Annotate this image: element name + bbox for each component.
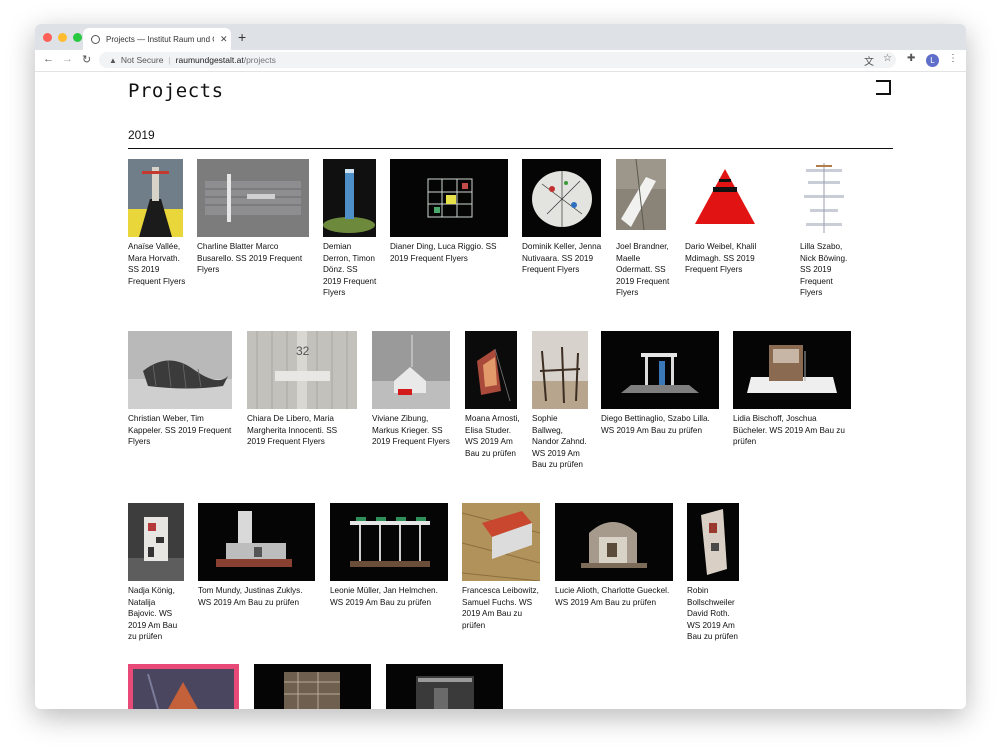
tab-bar: Projects — Institut Raum und G ✕ + bbox=[35, 24, 966, 50]
project-thumbnail bbox=[254, 664, 371, 709]
svg-text:32: 32 bbox=[296, 344, 310, 358]
project-thumbnail bbox=[128, 331, 232, 409]
back-icon[interactable]: ← bbox=[43, 53, 54, 65]
reload-icon[interactable]: ↻ bbox=[82, 53, 91, 66]
project-thumbnail bbox=[555, 503, 673, 581]
project-thumbnail bbox=[532, 331, 588, 409]
menu-icon[interactable] bbox=[876, 80, 891, 95]
project-thumbnail bbox=[616, 159, 666, 230]
close-window-button[interactable] bbox=[43, 33, 52, 42]
project-caption: Lilla Szabo, Nick Böwing. SS 2019 Freque… bbox=[800, 242, 848, 298]
project-caption: Tom Mundy, Justinas Zuklys. WS 2019 Am B… bbox=[198, 586, 303, 607]
project-thumbnail bbox=[386, 664, 503, 709]
kebab-menu-icon[interactable]: ⋮ bbox=[948, 53, 958, 64]
project-caption: Anaïse Vallée, Mara Horvath. SS 2019 Fre… bbox=[128, 242, 186, 286]
project-caption: Viviane Zibung, Markus Krieger. SS 2019 … bbox=[372, 414, 450, 447]
project-thumbnail bbox=[198, 503, 315, 581]
url-host: raumundgestalt.at bbox=[175, 55, 244, 65]
warning-icon: ▲ bbox=[109, 55, 117, 65]
project-thumbnail bbox=[733, 331, 851, 409]
url-path: /projects bbox=[243, 55, 276, 65]
project-thumbnail bbox=[522, 159, 601, 237]
project-thumbnail bbox=[330, 503, 448, 581]
project-caption: Diego Bettinaglio, Szabo Lilla. WS 2019 … bbox=[601, 414, 710, 435]
project-thumbnail bbox=[372, 331, 450, 409]
new-tab-button[interactable]: + bbox=[238, 29, 246, 45]
tab-close-icon[interactable]: ✕ bbox=[220, 34, 228, 45]
project-thumbnail bbox=[128, 159, 183, 237]
address-bar[interactable]: ▲ Not Secure | raumundgestalt.at /projec… bbox=[99, 52, 896, 68]
minimize-window-button[interactable] bbox=[58, 33, 67, 42]
globe-icon bbox=[91, 34, 100, 44]
project-caption: Robin Bollschweiler David Roth. WS 2019 … bbox=[687, 586, 738, 642]
project-caption: Charline Blatter Marco Busarello. SS 201… bbox=[197, 242, 303, 275]
browser-tab[interactable]: Projects — Institut Raum und G ✕ bbox=[83, 28, 231, 50]
project-caption: Joel Brandner, Maelle Odermatt. SS 2019 … bbox=[616, 242, 670, 298]
project-thumbnail bbox=[685, 159, 765, 237]
project-caption: Chiara De Libero, Maria Margherita Innoc… bbox=[247, 414, 338, 447]
address-separator: | bbox=[168, 55, 171, 65]
project-caption: Dario Weibel, Khalil Mdimagh. SS 2019 Fr… bbox=[685, 242, 757, 275]
project-caption: Dominik Keller, Jenna Nutivaara. SS 2019… bbox=[522, 242, 602, 275]
project-thumbnail bbox=[462, 503, 540, 581]
profile-avatar[interactable]: L bbox=[926, 54, 939, 67]
project-caption: Christian Weber, Tim Kappeler. SS 2019 F… bbox=[128, 414, 232, 447]
translate-icon[interactable]: 文 bbox=[864, 53, 874, 68]
project-thumbnail bbox=[687, 503, 739, 581]
extensions-icon[interactable]: ✚ bbox=[907, 53, 915, 64]
section-divider bbox=[128, 148, 893, 149]
project-thumbnail bbox=[128, 664, 239, 709]
year-heading: 2019 bbox=[128, 128, 155, 142]
project-thumbnail: 32 bbox=[247, 331, 357, 409]
tab-title: Projects — Institut Raum und G bbox=[106, 34, 214, 44]
project-caption: Sophie Ballweg, Nandor Zahnd. WS 2019 Am… bbox=[532, 414, 587, 470]
security-label: Not Secure bbox=[120, 55, 164, 65]
project-thumbnail bbox=[390, 159, 508, 237]
project-caption: Moana Arnosti, Elisa Studer. WS 2019 Am … bbox=[465, 414, 520, 458]
browser-toolbar: ← → ↻ ▲ Not Secure | raumundgestalt.at /… bbox=[35, 50, 966, 72]
project-thumbnail bbox=[323, 159, 376, 237]
project-caption: Nadja König, Natalija Bajovic. WS 2019 A… bbox=[128, 586, 178, 642]
project-thumbnail bbox=[800, 159, 848, 237]
bookmark-star-icon[interactable]: ☆ bbox=[883, 53, 892, 64]
window-controls bbox=[43, 33, 82, 42]
page-title: Projects bbox=[128, 80, 224, 102]
project-thumbnail bbox=[197, 159, 309, 237]
project-caption: Lucie Alioth, Charlotte Gueckel. WS 2019… bbox=[555, 586, 670, 607]
project-thumbnail bbox=[128, 503, 184, 581]
forward-icon[interactable]: → bbox=[62, 53, 73, 65]
project-thumbnail bbox=[465, 331, 517, 409]
project-thumbnail bbox=[601, 331, 719, 409]
page-content: Projects 2019 Anaïse Vallée, Mara Horvat… bbox=[35, 72, 966, 709]
project-caption: Francesca Leibowitz, Samuel Fuchs. WS 20… bbox=[462, 586, 539, 630]
project-caption: Lidia Bischoff, Joschua Bücheler. WS 201… bbox=[733, 414, 845, 447]
project-caption: Leonie Müller, Jan Helmchen. WS 2019 Am … bbox=[330, 586, 438, 607]
browser-window: Projects — Institut Raum und G ✕ + ← → ↻… bbox=[35, 24, 966, 709]
maximize-window-button[interactable] bbox=[73, 33, 82, 42]
project-caption: Dianer Ding, Luca Riggio. SS 2019 Freque… bbox=[390, 242, 497, 263]
project-caption: Demian Derron, Timon Dönz. SS 2019 Frequ… bbox=[323, 242, 377, 298]
